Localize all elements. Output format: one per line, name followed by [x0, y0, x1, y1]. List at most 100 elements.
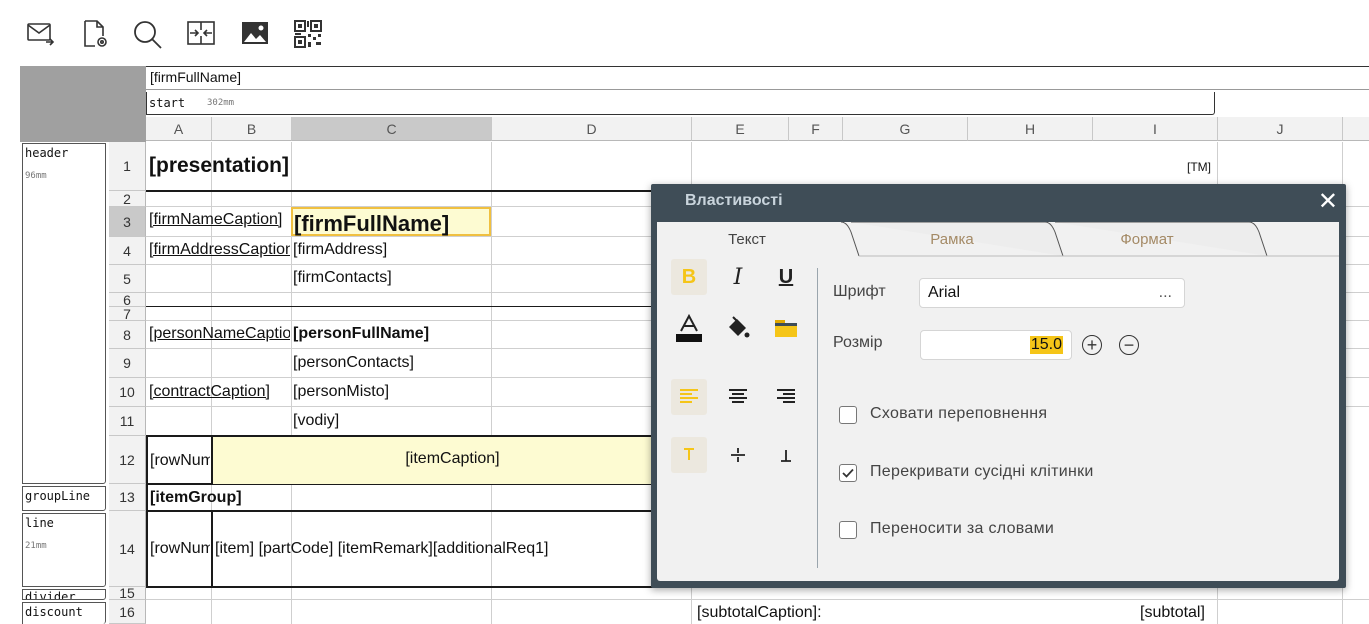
- image-icon[interactable]: [237, 16, 273, 52]
- cell-contract-caption[interactable]: [contractCaption]: [149, 382, 290, 402]
- band-divider[interactable]: divider: [22, 589, 106, 600]
- top-field-text: [firmFullName]: [150, 69, 242, 85]
- tab-format[interactable]: Формат: [1077, 222, 1217, 256]
- word-wrap-checkbox[interactable]: [839, 521, 857, 539]
- valign-top-button[interactable]: [671, 437, 707, 473]
- cell-row-num-line[interactable]: [rowNum]: [150, 539, 210, 559]
- valign-top-icon: [684, 448, 694, 460]
- font-select[interactable]: Arial ...: [919, 278, 1185, 308]
- italic-icon: I: [733, 264, 743, 290]
- row-header-5[interactable]: 5: [109, 265, 146, 293]
- column-header-i[interactable]: I: [1093, 117, 1218, 141]
- cell-person-misto[interactable]: [personMisto]: [293, 382, 389, 402]
- cell-firm-name-caption[interactable]: [firmNameCaption]: [149, 210, 290, 230]
- column-header-f[interactable]: F: [789, 117, 843, 141]
- bold-button[interactable]: B: [671, 259, 707, 295]
- column-header-j[interactable]: J: [1218, 117, 1343, 141]
- band-groupline-name: groupLine: [25, 489, 91, 503]
- cell-person-contacts[interactable]: [personContacts]: [293, 353, 414, 373]
- cell-row-num-header[interactable]: [rowNum]: [150, 451, 210, 471]
- cell-firm-address-caption[interactable]: [firmAddressCaption]: [149, 240, 290, 260]
- band-groupline[interactable]: groupLine: [22, 486, 106, 511]
- cell-person-full-name[interactable]: [personFullName]: [293, 324, 429, 344]
- font-color-button[interactable]: [671, 310, 707, 346]
- row-header-15[interactable]: 15: [109, 585, 146, 601]
- column-header-a[interactable]: A: [146, 117, 212, 141]
- cell-subtotal[interactable]: [subtotal]: [1140, 603, 1205, 623]
- row-header-14[interactable]: 14: [109, 511, 146, 587]
- size-input[interactable]: 15.0: [920, 330, 1072, 360]
- column-header-c[interactable]: C: [292, 117, 492, 141]
- align-center-button[interactable]: [720, 379, 756, 415]
- row-header-8[interactable]: 8: [109, 321, 146, 349]
- column-header-e[interactable]: E: [692, 117, 789, 141]
- column-header-d[interactable]: D: [492, 117, 692, 141]
- start-band-name: start: [149, 96, 186, 110]
- document-settings-icon[interactable]: [76, 16, 112, 52]
- valign-middle-button[interactable]: [720, 437, 756, 473]
- row-header-3[interactable]: 3: [109, 207, 146, 237]
- size-label: Розмір: [833, 334, 883, 351]
- row-header-10[interactable]: 10: [109, 378, 146, 407]
- underline-button[interactable]: U: [768, 259, 804, 295]
- row-header-1[interactable]: 1: [109, 142, 146, 191]
- underline-icon: U: [778, 265, 794, 288]
- cell-vodiy[interactable]: [vodiy]: [293, 411, 339, 431]
- cell-background-button[interactable]: [768, 310, 804, 346]
- tab-text[interactable]: Текст: [687, 222, 807, 256]
- valign-bottom-button[interactable]: [768, 437, 804, 473]
- cell-item-group[interactable]: [itemGroup]: [150, 488, 242, 508]
- column-header-g[interactable]: G: [843, 117, 968, 141]
- align-left-button[interactable]: [671, 379, 707, 415]
- cell-tm[interactable]: [TM]: [1187, 157, 1211, 177]
- overlap-cells-label: Перекривати сусідні клітинки: [870, 463, 1094, 480]
- cell-person-name-caption[interactable]: [personNameCaption]: [149, 324, 290, 344]
- cell-presentation[interactable]: [presentation]: [149, 153, 289, 179]
- cell-item-caption-area[interactable]: [itemCaption]: [213, 437, 692, 484]
- overlap-cells-checkbox[interactable]: [839, 464, 857, 482]
- row-header-4[interactable]: 4: [109, 237, 146, 265]
- band-line[interactable]: line 21mm: [22, 513, 106, 587]
- column-header-b[interactable]: B: [212, 117, 292, 141]
- panel-divider: [817, 268, 818, 568]
- hide-overflow-checkbox[interactable]: [839, 406, 857, 424]
- size-decrease-button[interactable]: −: [1119, 335, 1139, 355]
- cell-firm-full-name-selected[interactable]: [firmFullName]: [291, 207, 491, 236]
- cell-firm-contacts[interactable]: [firmContacts]: [293, 268, 392, 288]
- tab-border[interactable]: Рамка: [877, 222, 1027, 256]
- cell-item-line[interactable]: [item] [partCode] [itemRemark][additiona…: [215, 539, 548, 559]
- band-line-size: 21mm: [25, 541, 47, 551]
- italic-button[interactable]: I: [720, 259, 756, 295]
- row-header-9[interactable]: 9: [109, 349, 146, 378]
- valign-middle-icon: [731, 448, 745, 462]
- band-discount[interactable]: discount: [22, 602, 106, 624]
- search-icon[interactable]: [129, 16, 165, 52]
- row-header-11[interactable]: 11: [109, 407, 146, 436]
- start-band[interactable]: start 302mm: [146, 92, 1215, 115]
- column-header-h[interactable]: H: [968, 117, 1093, 141]
- row-header-16[interactable]: 16: [109, 600, 146, 624]
- properties-dialog: Властивості ✕ Текст Рамка Формат B I U Ш…: [651, 184, 1346, 588]
- band-header-size: 96mm: [25, 171, 47, 181]
- top-field-row: [firmFullName]: [146, 66, 1369, 90]
- row-header-12[interactable]: 12: [109, 436, 146, 484]
- cell-firm-address[interactable]: [firmAddress]: [293, 240, 387, 260]
- qr-code-icon[interactable]: [290, 16, 326, 52]
- row-header-7[interactable]: 7: [109, 306, 146, 322]
- cell-firm-full-name: [firmFullName]: [294, 211, 450, 236]
- bold-icon: B: [681, 265, 697, 288]
- size-value: 15.0: [1029, 336, 1063, 354]
- word-wrap-label: Переносити за словами: [870, 520, 1055, 537]
- close-icon[interactable]: ✕: [1318, 190, 1338, 214]
- fill-color-button[interactable]: [720, 310, 756, 346]
- band-line-name: line: [25, 516, 54, 530]
- align-right-button[interactable]: [768, 379, 804, 415]
- band-header[interactable]: header 96mm: [22, 143, 106, 484]
- mail-send-icon[interactable]: [22, 16, 58, 52]
- merge-columns-icon[interactable]: [183, 16, 219, 52]
- row-header-13[interactable]: 13: [109, 484, 146, 511]
- cell-subtotal-caption[interactable]: [subtotalCaption]:: [697, 603, 822, 623]
- size-increase-button[interactable]: +: [1082, 335, 1102, 355]
- font-more-button[interactable]: ...: [1159, 284, 1172, 302]
- row-header-2[interactable]: 2: [109, 191, 146, 207]
